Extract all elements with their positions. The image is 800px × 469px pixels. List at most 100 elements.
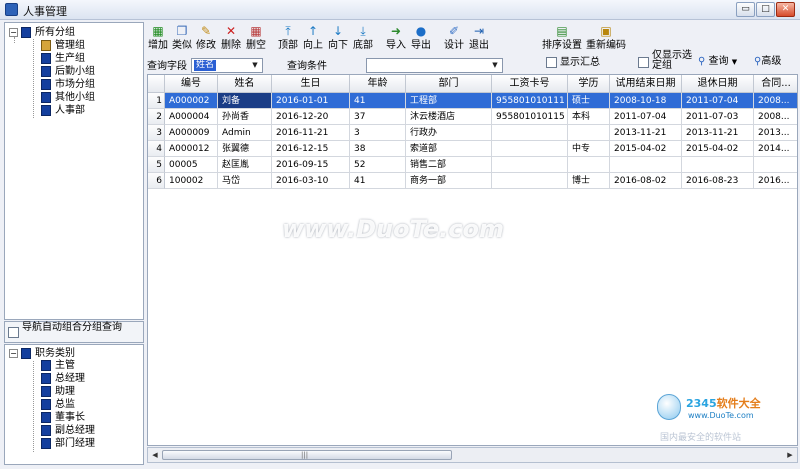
cell-col-contract[interactable]: 2013... <box>754 125 797 141</box>
cell-col-birthday[interactable]: 2016-12-20 <box>272 109 350 125</box>
cell-col-age[interactable]: 38 <box>350 141 406 157</box>
cell-col-edu[interactable]: 博士 <box>568 173 610 189</box>
header-col-trial-end[interactable]: 试用结束日期 <box>610 75 682 93</box>
cell-col-age[interactable]: 3 <box>350 125 406 141</box>
exit-button[interactable]: ⇥ 退出 <box>468 24 490 56</box>
cell-col-card[interactable] <box>492 141 568 157</box>
cell-col-age[interactable]: 41 <box>350 173 406 189</box>
cell-col-contract[interactable]: 2014... <box>754 141 797 157</box>
up-button[interactable]: ↑ 向上 <box>302 24 324 56</box>
cell-col-card[interactable]: 955801010111 <box>492 93 568 109</box>
only-selected-checkbox[interactable] <box>638 57 649 68</box>
advanced-button[interactable]: ⚲高级 <box>754 54 781 69</box>
header-col-id[interactable]: 编号 <box>165 75 218 93</box>
cell-col-edu[interactable] <box>568 125 610 141</box>
cell-col-dept[interactable]: 销售二部 <box>406 157 492 173</box>
tree-item-deputy-gm[interactable]: 副总经理 <box>41 424 95 437</box>
cell-col-contract[interactable]: 2008... <box>754 109 797 125</box>
query-condition-select[interactable]: ▼ <box>366 58 503 73</box>
cell-col-name[interactable]: Admin <box>218 125 272 141</box>
tree-item-other-group[interactable]: 其他小组 <box>41 91 95 104</box>
maximize-button[interactable]: □ <box>756 2 775 17</box>
cell-col-edu[interactable]: 中专 <box>568 141 610 157</box>
recode-button[interactable]: ▣ 重新编码 <box>586 24 626 56</box>
tree-root-all-groups[interactable]: − 所有分组 <box>9 26 75 39</box>
header-col-retire[interactable]: 退休日期 <box>682 75 754 93</box>
bottom-button[interactable]: ⤓ 底部 <box>352 24 374 56</box>
cell-col-id[interactable]: A000009 <box>165 125 218 141</box>
export-button[interactable]: ● 导出 <box>410 24 432 56</box>
cell-col-dept[interactable]: 索道部 <box>406 141 492 157</box>
cell-col-retire[interactable]: 2016-08-23 <box>682 173 754 189</box>
tree-item-logistics-group[interactable]: 后勤小组 <box>41 65 95 78</box>
header-col-contract[interactable]: 合同... <box>754 75 797 93</box>
cell-col-retire[interactable]: 2011-07-04 <box>682 93 754 109</box>
cell-col-retire[interactable]: 2011-07-03 <box>682 109 754 125</box>
scroll-left-icon[interactable]: ◀ <box>149 449 161 461</box>
cell-col-card[interactable] <box>492 157 568 173</box>
cell-col-id[interactable]: A000002 <box>165 93 218 109</box>
cell-col-name[interactable]: 刘备 <box>218 93 272 109</box>
cell-col-birthday[interactable]: 2016-11-21 <box>272 125 350 141</box>
top-button[interactable]: ⤒ 顶部 <box>277 24 299 56</box>
tree-item-general-manager[interactable]: 总经理 <box>41 372 85 385</box>
tree-item-director[interactable]: 总监 <box>41 398 75 411</box>
cell-col-contract[interactable] <box>754 157 797 173</box>
cell-col-edu[interactable]: 硕士 <box>568 93 610 109</box>
nav-auto-group-checkbox[interactable] <box>8 327 19 338</box>
cell-col-name[interactable]: 赵匡胤 <box>218 157 272 173</box>
cell-col-retire[interactable]: 2013-11-21 <box>682 125 754 141</box>
header-col-age[interactable]: 年龄 <box>350 75 406 93</box>
tree-item-admin-group[interactable]: 管理组 <box>41 39 85 52</box>
cell-col-trial-end[interactable]: 2016-08-02 <box>610 173 682 189</box>
tree-item-production-group[interactable]: 生产组 <box>41 52 85 65</box>
cell-col-card[interactable] <box>492 173 568 189</box>
tree-item-market-group[interactable]: 市场分组 <box>41 78 95 91</box>
header-col-name[interactable]: 姓名 <box>218 75 272 93</box>
row-number[interactable]: 5 <box>148 157 165 173</box>
row-number[interactable]: 2 <box>148 109 165 125</box>
sort-settings-button[interactable]: ▤ 排序设置 <box>542 24 582 56</box>
cell-col-age[interactable]: 41 <box>350 93 406 109</box>
clear-button[interactable]: ▦ 删空 <box>245 24 267 56</box>
cell-col-birthday[interactable]: 2016-03-10 <box>272 173 350 189</box>
cell-col-name[interactable]: 马岱 <box>218 173 272 189</box>
tree-item-hr-dept[interactable]: 人事部 <box>41 104 85 117</box>
cell-col-card[interactable] <box>492 125 568 141</box>
modify-button[interactable]: ✎ 修改 <box>195 24 217 56</box>
query-field-select[interactable]: 姓名 ▼ <box>191 58 263 73</box>
cell-col-trial-end[interactable]: 2008-10-18 <box>610 93 682 109</box>
cell-col-id[interactable]: A000012 <box>165 141 218 157</box>
cell-col-dept[interactable]: 沐云楼酒店 <box>406 109 492 125</box>
cell-col-contract[interactable]: 2016... <box>754 173 797 189</box>
cell-col-birthday[interactable]: 2016-01-01 <box>272 93 350 109</box>
header-col-birthday[interactable]: 生日 <box>272 75 350 93</box>
cell-col-birthday[interactable]: 2016-12-15 <box>272 141 350 157</box>
row-number[interactable]: 6 <box>148 173 165 189</box>
cell-col-id[interactable]: 100002 <box>165 173 218 189</box>
scroll-right-icon[interactable]: ▶ <box>784 449 796 461</box>
chevron-down-icon[interactable]: ▼ <box>249 60 261 71</box>
search-button[interactable]: ⚲ 查询 ▼ <box>698 54 737 69</box>
tree-item-supervisor[interactable]: 主管 <box>41 359 75 372</box>
cell-col-dept[interactable]: 工程部 <box>406 93 492 109</box>
cell-col-edu[interactable] <box>568 157 610 173</box>
tree-item-dept-manager[interactable]: 部门经理 <box>41 437 95 450</box>
row-number[interactable]: 3 <box>148 125 165 141</box>
collapse-icon[interactable]: − <box>9 348 18 358</box>
cell-col-card[interactable]: 955801010115 <box>492 109 568 125</box>
cell-col-trial-end[interactable] <box>610 157 682 173</box>
cell-col-trial-end[interactable]: 2013-11-21 <box>610 125 682 141</box>
cell-col-edu[interactable]: 本科 <box>568 109 610 125</box>
cell-col-dept[interactable]: 行政办 <box>406 125 492 141</box>
tree-item-assistant[interactable]: 助理 <box>41 385 75 398</box>
cell-col-contract[interactable]: 2008... <box>754 93 797 109</box>
cell-col-trial-end[interactable]: 2011-07-04 <box>610 109 682 125</box>
import-button[interactable]: ➜ 导入 <box>385 24 407 56</box>
minimize-button[interactable]: ▭ <box>736 2 755 17</box>
similar-button[interactable]: ❐ 类似 <box>171 24 193 56</box>
cell-col-age[interactable]: 52 <box>350 157 406 173</box>
header-col-edu[interactable]: 学历 <box>568 75 610 93</box>
cell-col-retire[interactable]: 2015-04-02 <box>682 141 754 157</box>
chevron-down-icon[interactable]: ▼ <box>489 60 501 71</box>
